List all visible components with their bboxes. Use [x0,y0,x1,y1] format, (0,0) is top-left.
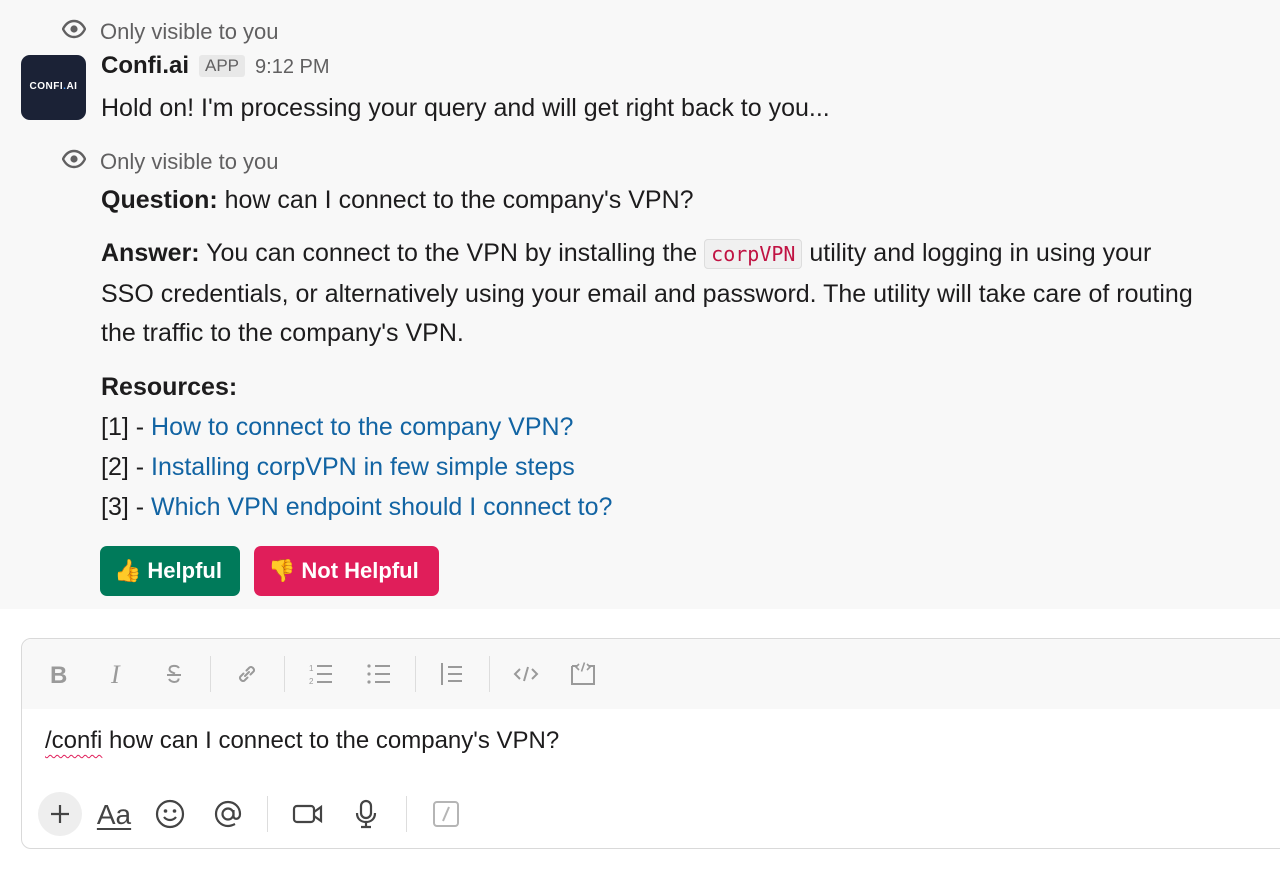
bold-icon[interactable]: B [44,659,74,689]
avatar[interactable]: CONFI.AI [21,55,86,120]
resource-item: [2] - Installing corpVPN in few simple s… [101,447,612,487]
toolbar-divider [284,656,285,692]
blockquote-icon[interactable] [437,659,467,689]
strikethrough-icon[interactable] [159,659,189,689]
message-feed: Only visible to you CONFI.AI Confi.ai AP… [0,0,1280,609]
visibility-text: Only visible to you [100,149,279,174]
slash-shortcut-icon[interactable] [428,796,464,832]
message-input[interactable]: /confi how can I connect to the company'… [45,727,559,755]
code-icon[interactable] [511,659,541,689]
inline-code: corpVPN [704,239,803,269]
resource-link[interactable]: Installing corpVPN in few simple steps [151,453,575,481]
eye-icon [61,147,87,177]
helpful-button[interactable]: 👍 Helpful [100,546,240,596]
italic-icon[interactable]: I [102,659,132,689]
resource-prefix: [2] - [101,453,152,481]
svg-text:I: I [110,661,121,687]
microphone-icon[interactable] [348,796,384,832]
toolbar-divider [210,656,211,692]
message-composer[interactable]: B I 12 /confi how can I connect to the c… [21,638,1280,849]
plus-icon[interactable] [38,792,82,836]
mention-icon[interactable] [210,796,246,832]
answer-label: Answer: [101,239,200,267]
visibility-text: Only visible to you [100,19,279,44]
answer-text-start: You can connect to the VPN by installing… [199,239,705,267]
svg-text:1: 1 [309,664,314,673]
resource-item: [1] - How to connect to the company VPN? [101,407,612,447]
answer-paragraph: Answer: You can connect to the VPN by in… [101,234,1201,354]
link-icon[interactable] [232,659,262,689]
slash-command: /confi [45,727,103,754]
question-line: Question: how can I connect to the compa… [101,180,694,220]
code-block-icon[interactable] [568,659,598,689]
toolbar-divider [415,656,416,692]
formatting-toolbar: B I 12 [22,639,1280,709]
not-helpful-button[interactable]: 👎 Not Helpful [254,546,439,596]
resource-prefix: [1] - [101,413,152,441]
eye-icon [61,17,87,47]
resource-link[interactable]: How to connect to the company VPN? [151,413,573,441]
resource-link[interactable]: Which VPN endpoint should I connect to? [151,493,612,521]
svg-text:2: 2 [309,677,314,686]
avatar-logo: CONFI.AI [29,81,78,92]
app-badge: APP [199,55,246,77]
thumbs-up-icon: 👍 [114,558,142,583]
question-label: Question: [101,186,218,214]
visibility-note: Only visible to you [61,17,279,47]
message-header: Confi.ai APP 9:12 PM [101,52,330,80]
helpful-label: Helpful [147,558,222,583]
visibility-note: Only visible to you [61,147,279,177]
svg-text:B: B [50,662,67,687]
toolbar-divider [406,796,407,832]
video-icon[interactable] [290,796,326,832]
resource-prefix: [3] - [101,493,152,521]
resource-item: [3] - Which VPN endpoint should I connec… [101,487,612,527]
resources-section: Resources: [1] - How to connect to the c… [101,367,612,527]
text-format-icon[interactable]: Aa [94,796,134,834]
resources-label: Resources: [101,373,238,401]
input-text: how can I connect to the company's VPN? [102,727,560,754]
emoji-icon[interactable] [152,796,188,832]
ordered-list-icon[interactable]: 12 [306,659,336,689]
thumbs-down-icon: 👎 [268,558,296,583]
toolbar-divider [267,796,268,832]
message-timestamp[interactable]: 9:12 PM [255,56,329,79]
sender-name[interactable]: Confi.ai [101,52,189,80]
not-helpful-label: Not Helpful [301,558,419,583]
bullet-list-icon[interactable] [364,659,394,689]
toolbar-divider [489,656,490,692]
question-text: how can I connect to the company's VPN? [217,186,694,214]
message-text: Hold on! I'm processing your query and w… [101,94,830,122]
